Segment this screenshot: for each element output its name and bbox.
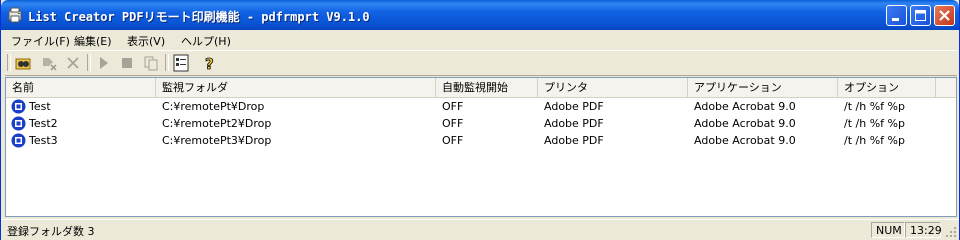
maximize-icon [915, 10, 926, 21]
list-row[interactable]: Test2 C:¥remotePt2¥Drop OFF Adobe PDF Ad… [6, 115, 956, 132]
status-folder-count: 登録フォルダ数 3 [7, 225, 95, 238]
cell-folder: C:¥remotePt3¥Drop [162, 134, 272, 147]
cell-folder: C:¥remotePt¥Drop [162, 100, 265, 113]
delete-button[interactable] [63, 53, 83, 73]
toolbar-separator [165, 54, 169, 71]
help-question-icon: ? [205, 55, 215, 74]
close-button[interactable] [934, 5, 955, 26]
cell-option: /t /h %f %p [844, 100, 905, 113]
copy-button[interactable] [141, 53, 161, 73]
monitor-status-icon [11, 99, 26, 114]
cell-app: Adobe Acrobat 9.0 [694, 100, 796, 113]
title-bar[interactable]: List Creator PDFリモート印刷機能 - pdfrmprt V9.1… [1, 0, 959, 30]
cell-auto: OFF [442, 134, 464, 147]
menu-bar: ファイル(F) 編集(E) 表示(V) ヘルプ(H) [5, 30, 957, 49]
column-header-printer[interactable]: プリンタ [538, 78, 688, 97]
cell-printer: Adobe PDF [544, 134, 604, 147]
copy-icon [144, 56, 158, 71]
cell-name: Test2 [29, 117, 58, 130]
close-icon [939, 10, 950, 21]
window-title: List Creator PDFリモート印刷機能 - pdfrmprt V9.1… [28, 10, 370, 24]
cell-name: Test3 [29, 134, 58, 147]
menu-file[interactable]: ファイル(F) [11, 33, 70, 49]
delete-icon [67, 57, 79, 69]
stop-button[interactable] [117, 53, 137, 73]
app-icon [8, 7, 22, 23]
menu-edit[interactable]: 編集(E) [74, 33, 112, 49]
cell-name: Test [29, 100, 51, 113]
toolbar-grip [7, 54, 11, 71]
monitor-status-icon [11, 133, 26, 148]
svg-text:?: ? [205, 55, 214, 73]
folder-list[interactable]: 名前 監視フォルダ 自動監視開始 プリンタ アプリケーション オプション Tes… [5, 77, 957, 217]
minimize-button[interactable] [886, 5, 907, 26]
column-header-folder[interactable]: 監視フォルダ [156, 78, 436, 97]
app-window: List Creator PDFリモート印刷機能 - pdfrmprt V9.1… [0, 0, 960, 240]
column-header-app[interactable]: アプリケーション [688, 78, 838, 97]
status-num-indicator: NUM [871, 222, 905, 238]
properties-icon [173, 54, 189, 72]
status-bar: 登録フォルダ数 3 NUM 13:29 [1, 219, 959, 240]
cell-app: Adobe Acrobat 9.0 [694, 134, 796, 147]
column-header-name[interactable]: 名前 [6, 78, 156, 97]
column-header-auto[interactable]: 自動監視開始 [436, 78, 538, 97]
properties-button[interactable] [171, 53, 191, 73]
menu-help[interactable]: ヘルプ(H) [181, 33, 231, 49]
status-clock: 13:29 [905, 222, 942, 238]
cell-option: /t /h %f %p [844, 134, 905, 147]
maximize-button[interactable] [910, 5, 931, 26]
list-row[interactable]: Test3 C:¥remotePt3¥Drop OFF Adobe PDF Ad… [6, 132, 956, 149]
toolbar-separator [87, 54, 91, 71]
cell-folder: C:¥remotePt2¥Drop [162, 117, 272, 130]
cell-option: /t /h %f %p [844, 117, 905, 130]
help-button[interactable]: ? [199, 53, 219, 74]
list-header: 名前 監視フォルダ 自動監視開始 プリンタ アプリケーション オプション [6, 78, 956, 98]
binoculars-icon [15, 58, 31, 70]
minimize-icon [892, 18, 899, 21]
remove-icon [43, 58, 57, 71]
play-icon [100, 57, 108, 69]
cell-auto: OFF [442, 100, 464, 113]
monitor-status-icon [11, 116, 26, 131]
cell-auto: OFF [442, 117, 464, 130]
remove-button[interactable] [39, 53, 59, 73]
column-header-option[interactable]: オプション [838, 78, 936, 97]
stop-icon [122, 58, 132, 68]
find-folder-button[interactable] [13, 53, 33, 73]
list-row[interactable]: Test C:¥remotePt¥Drop OFF Adobe PDF Adob… [6, 98, 956, 115]
cell-printer: Adobe PDF [544, 100, 604, 113]
menu-view[interactable]: 表示(V) [127, 33, 165, 49]
cell-app: Adobe Acrobat 9.0 [694, 117, 796, 130]
cell-printer: Adobe PDF [544, 117, 604, 130]
start-button[interactable] [93, 53, 113, 73]
resize-grip-icon[interactable] [945, 226, 957, 238]
toolbar: ? [5, 50, 957, 76]
